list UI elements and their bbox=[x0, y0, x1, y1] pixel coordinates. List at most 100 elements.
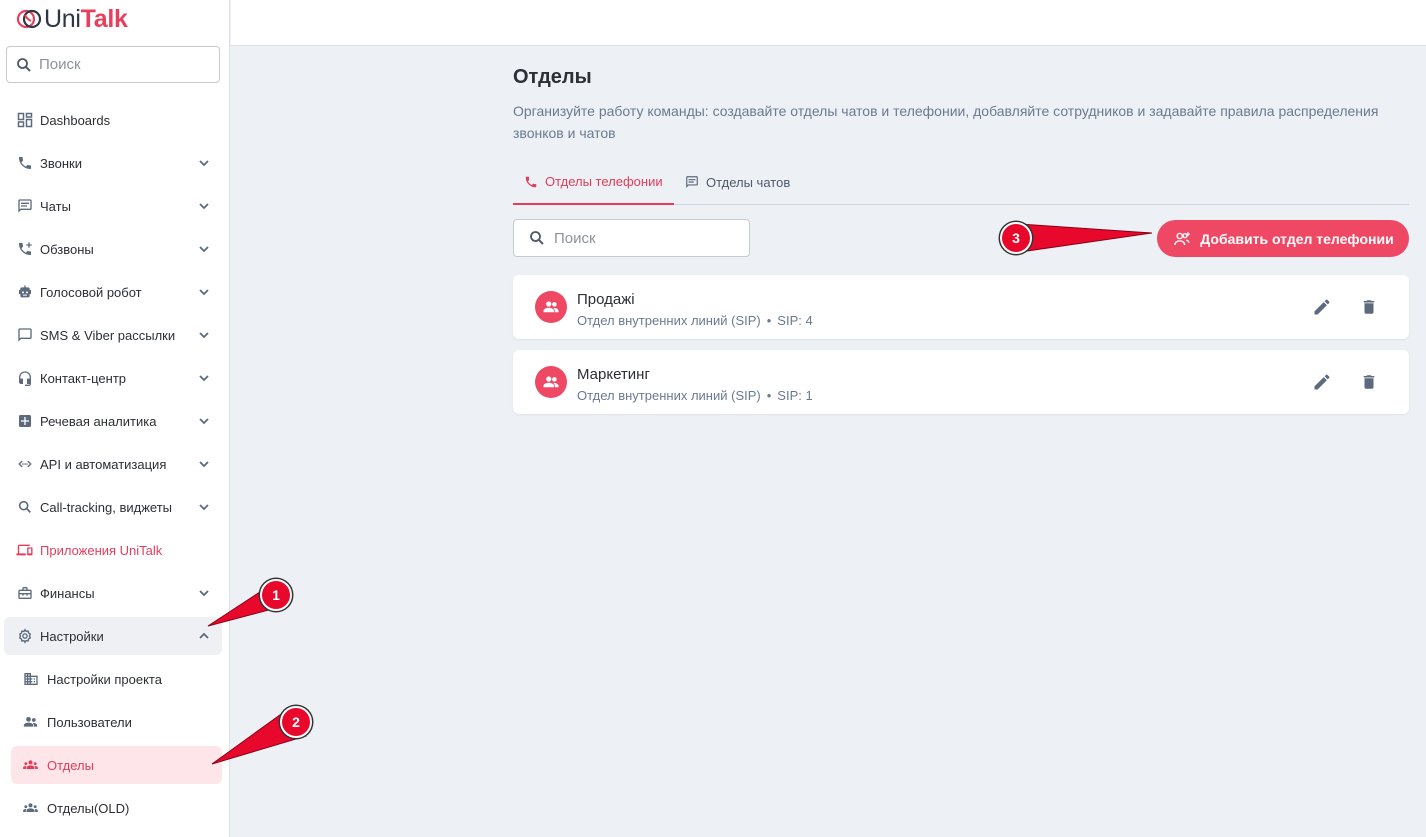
sidebar-subitem-label: Отделы bbox=[47, 757, 94, 773]
chat-icon bbox=[685, 175, 699, 189]
chevron-down-icon bbox=[199, 289, 209, 296]
sidebar-item-apps[interactable]: Приложения UniTalk bbox=[4, 531, 222, 569]
sidebar-item-label: Обзвоны bbox=[40, 241, 94, 257]
delete-icon[interactable] bbox=[1360, 372, 1378, 397]
edit-icon[interactable] bbox=[1312, 297, 1332, 322]
tab-label: Отделы чатов bbox=[706, 174, 791, 190]
analytics-icon bbox=[16, 413, 33, 430]
department-type: Отдел внутренних линий (SIP) bbox=[577, 313, 761, 328]
meta-separator: • bbox=[766, 313, 772, 328]
sidebar-item-call-tracking[interactable]: Call-tracking, виджеты bbox=[4, 488, 222, 526]
sidebar-item-label: Голосовой робот bbox=[40, 284, 142, 300]
edit-icon[interactable] bbox=[1312, 372, 1332, 397]
sidebar-item-chats[interactable]: Чаты bbox=[4, 187, 222, 225]
department-card[interactable]: Маркетинг Отдел внутренних линий (SIP) • S… bbox=[513, 350, 1409, 414]
department-name: Продажі bbox=[577, 291, 635, 308]
logo[interactable]: Uni Talk bbox=[16, 4, 128, 34]
logo-text-uni: Uni bbox=[44, 4, 81, 33]
delete-icon[interactable] bbox=[1360, 297, 1378, 322]
sidebar-item-label: Финансы bbox=[40, 585, 95, 601]
chevron-down-icon bbox=[199, 160, 209, 167]
page-title: Отделы bbox=[513, 66, 592, 88]
chevron-down-icon bbox=[199, 246, 209, 253]
sidebar-item-dialers[interactable]: Обзвоны bbox=[4, 230, 222, 268]
sidebar-item-speech-analytics[interactable]: Речевая аналитика bbox=[4, 402, 222, 440]
sidebar-item-calls[interactable]: Звонки bbox=[4, 144, 222, 182]
chevron-down-icon bbox=[199, 590, 209, 597]
department-meta: Отдел внутренних линий (SIP) • SIP: 1 bbox=[577, 388, 813, 403]
dashboard-icon bbox=[16, 112, 33, 129]
sidebar-item-label: Call-tracking, виджеты bbox=[40, 499, 173, 515]
phone-icon bbox=[524, 175, 538, 189]
chevron-down-icon bbox=[199, 504, 209, 511]
meta-separator: • bbox=[766, 388, 772, 403]
tab-chat-departments[interactable]: Отделы чатов bbox=[685, 160, 790, 204]
department-name: Маркетинг bbox=[577, 366, 650, 383]
building-icon bbox=[22, 671, 39, 688]
sidebar-subitem-label: Пользователи bbox=[47, 714, 132, 730]
sidebar-subitem-project-settings[interactable]: Настройки проекта bbox=[11, 660, 222, 698]
search-icon bbox=[16, 499, 33, 516]
phone-icon bbox=[16, 155, 33, 172]
sidebar-subitem-departments[interactable]: Отделы bbox=[11, 746, 222, 784]
department-type: Отдел внутренних линий (SIP) bbox=[577, 388, 761, 403]
annotation-arrow-3 bbox=[1019, 223, 1153, 253]
wallet-icon bbox=[16, 585, 33, 602]
top-bar bbox=[231, 0, 1426, 46]
robot-icon bbox=[16, 284, 33, 301]
add-user-icon bbox=[1172, 230, 1192, 248]
sidebar-subitem-users[interactable]: Пользователи bbox=[11, 703, 222, 741]
sidebar-item-sms-viber[interactable]: SMS & Viber рассылки bbox=[4, 316, 222, 354]
sidebar-subitem-label: Отделы(OLD) bbox=[47, 800, 130, 816]
sidebar-item-api[interactable]: API и автоматизация bbox=[4, 445, 222, 483]
sidebar: UniTalk Dashboards Звонки Чаты Обзвоны Г… bbox=[0, 0, 230, 837]
sidebar-item-label: SMS & Viber рассылки bbox=[40, 327, 176, 343]
sidebar-item-settings[interactable]: Настройки bbox=[4, 617, 222, 655]
sidebar-search-input[interactable] bbox=[39, 56, 209, 73]
sidebar-item-label: Речевая аналитика bbox=[40, 413, 157, 429]
sidebar-item-label: Контакт-центр bbox=[40, 370, 127, 386]
api-icon bbox=[16, 456, 33, 473]
search-icon bbox=[17, 57, 31, 72]
sidebar-item-label: Настройки bbox=[40, 628, 104, 644]
departments-search-input[interactable] bbox=[554, 229, 734, 247]
sidebar-item-contact-center[interactable]: Контакт-центр bbox=[4, 359, 222, 397]
sidebar-item-label: API и автоматизация bbox=[40, 456, 167, 472]
department-card[interactable]: Продажі Отдел внутренних линий (SIP) • SIP… bbox=[513, 275, 1409, 339]
annotation-marker-3: 3 bbox=[1000, 222, 1032, 254]
message-icon bbox=[16, 327, 33, 344]
headset-icon bbox=[16, 370, 33, 387]
groups-icon bbox=[22, 757, 39, 774]
sidebar-item-dashboards[interactable]: Dashboards bbox=[4, 101, 222, 139]
logo-text-talk: Talk bbox=[80, 4, 128, 33]
search-icon bbox=[530, 231, 544, 245]
users-icon bbox=[22, 714, 39, 731]
chevron-down-icon bbox=[199, 203, 209, 210]
chevron-down-icon bbox=[199, 332, 209, 339]
tab-telephony-departments[interactable]: Отделы телефонии bbox=[513, 160, 674, 205]
chevron-down-icon bbox=[199, 461, 209, 468]
tab-label: Отделы телефонии bbox=[545, 174, 663, 189]
sidebar-subitem-departments-old[interactable]: Отделы(OLD) bbox=[11, 789, 222, 827]
chat-icon bbox=[16, 198, 33, 215]
groups-icon bbox=[22, 800, 39, 817]
department-meta: Отдел внутренних линий (SIP) • SIP: 4 bbox=[577, 313, 813, 328]
annotation-marker-1: 1 bbox=[260, 579, 292, 611]
add-telephony-department-button[interactable]: Добавить отдел телефонии bbox=[1157, 220, 1409, 257]
phone-plus-icon bbox=[16, 241, 33, 258]
sidebar-search[interactable] bbox=[6, 46, 220, 83]
gear-icon bbox=[16, 628, 33, 645]
chevron-down-icon bbox=[199, 375, 209, 382]
sidebar-item-label: Dashboards bbox=[40, 112, 111, 128]
departments-search[interactable] bbox=[513, 219, 750, 257]
chevron-down-icon bbox=[199, 418, 209, 425]
department-avatar bbox=[535, 366, 567, 398]
add-button-label: Добавить отдел телефонии bbox=[1200, 230, 1394, 247]
department-avatar bbox=[535, 291, 567, 323]
sidebar-item-finance[interactable]: Финансы bbox=[4, 574, 222, 612]
tabs: Отделы телефонии Отделы чатов bbox=[513, 160, 1409, 205]
chevron-up-icon bbox=[199, 632, 209, 639]
devices-icon bbox=[16, 542, 33, 559]
sidebar-item-voice-robot[interactable]: Голосовой робот bbox=[4, 273, 222, 311]
annotation-marker-2: 2 bbox=[280, 706, 312, 738]
